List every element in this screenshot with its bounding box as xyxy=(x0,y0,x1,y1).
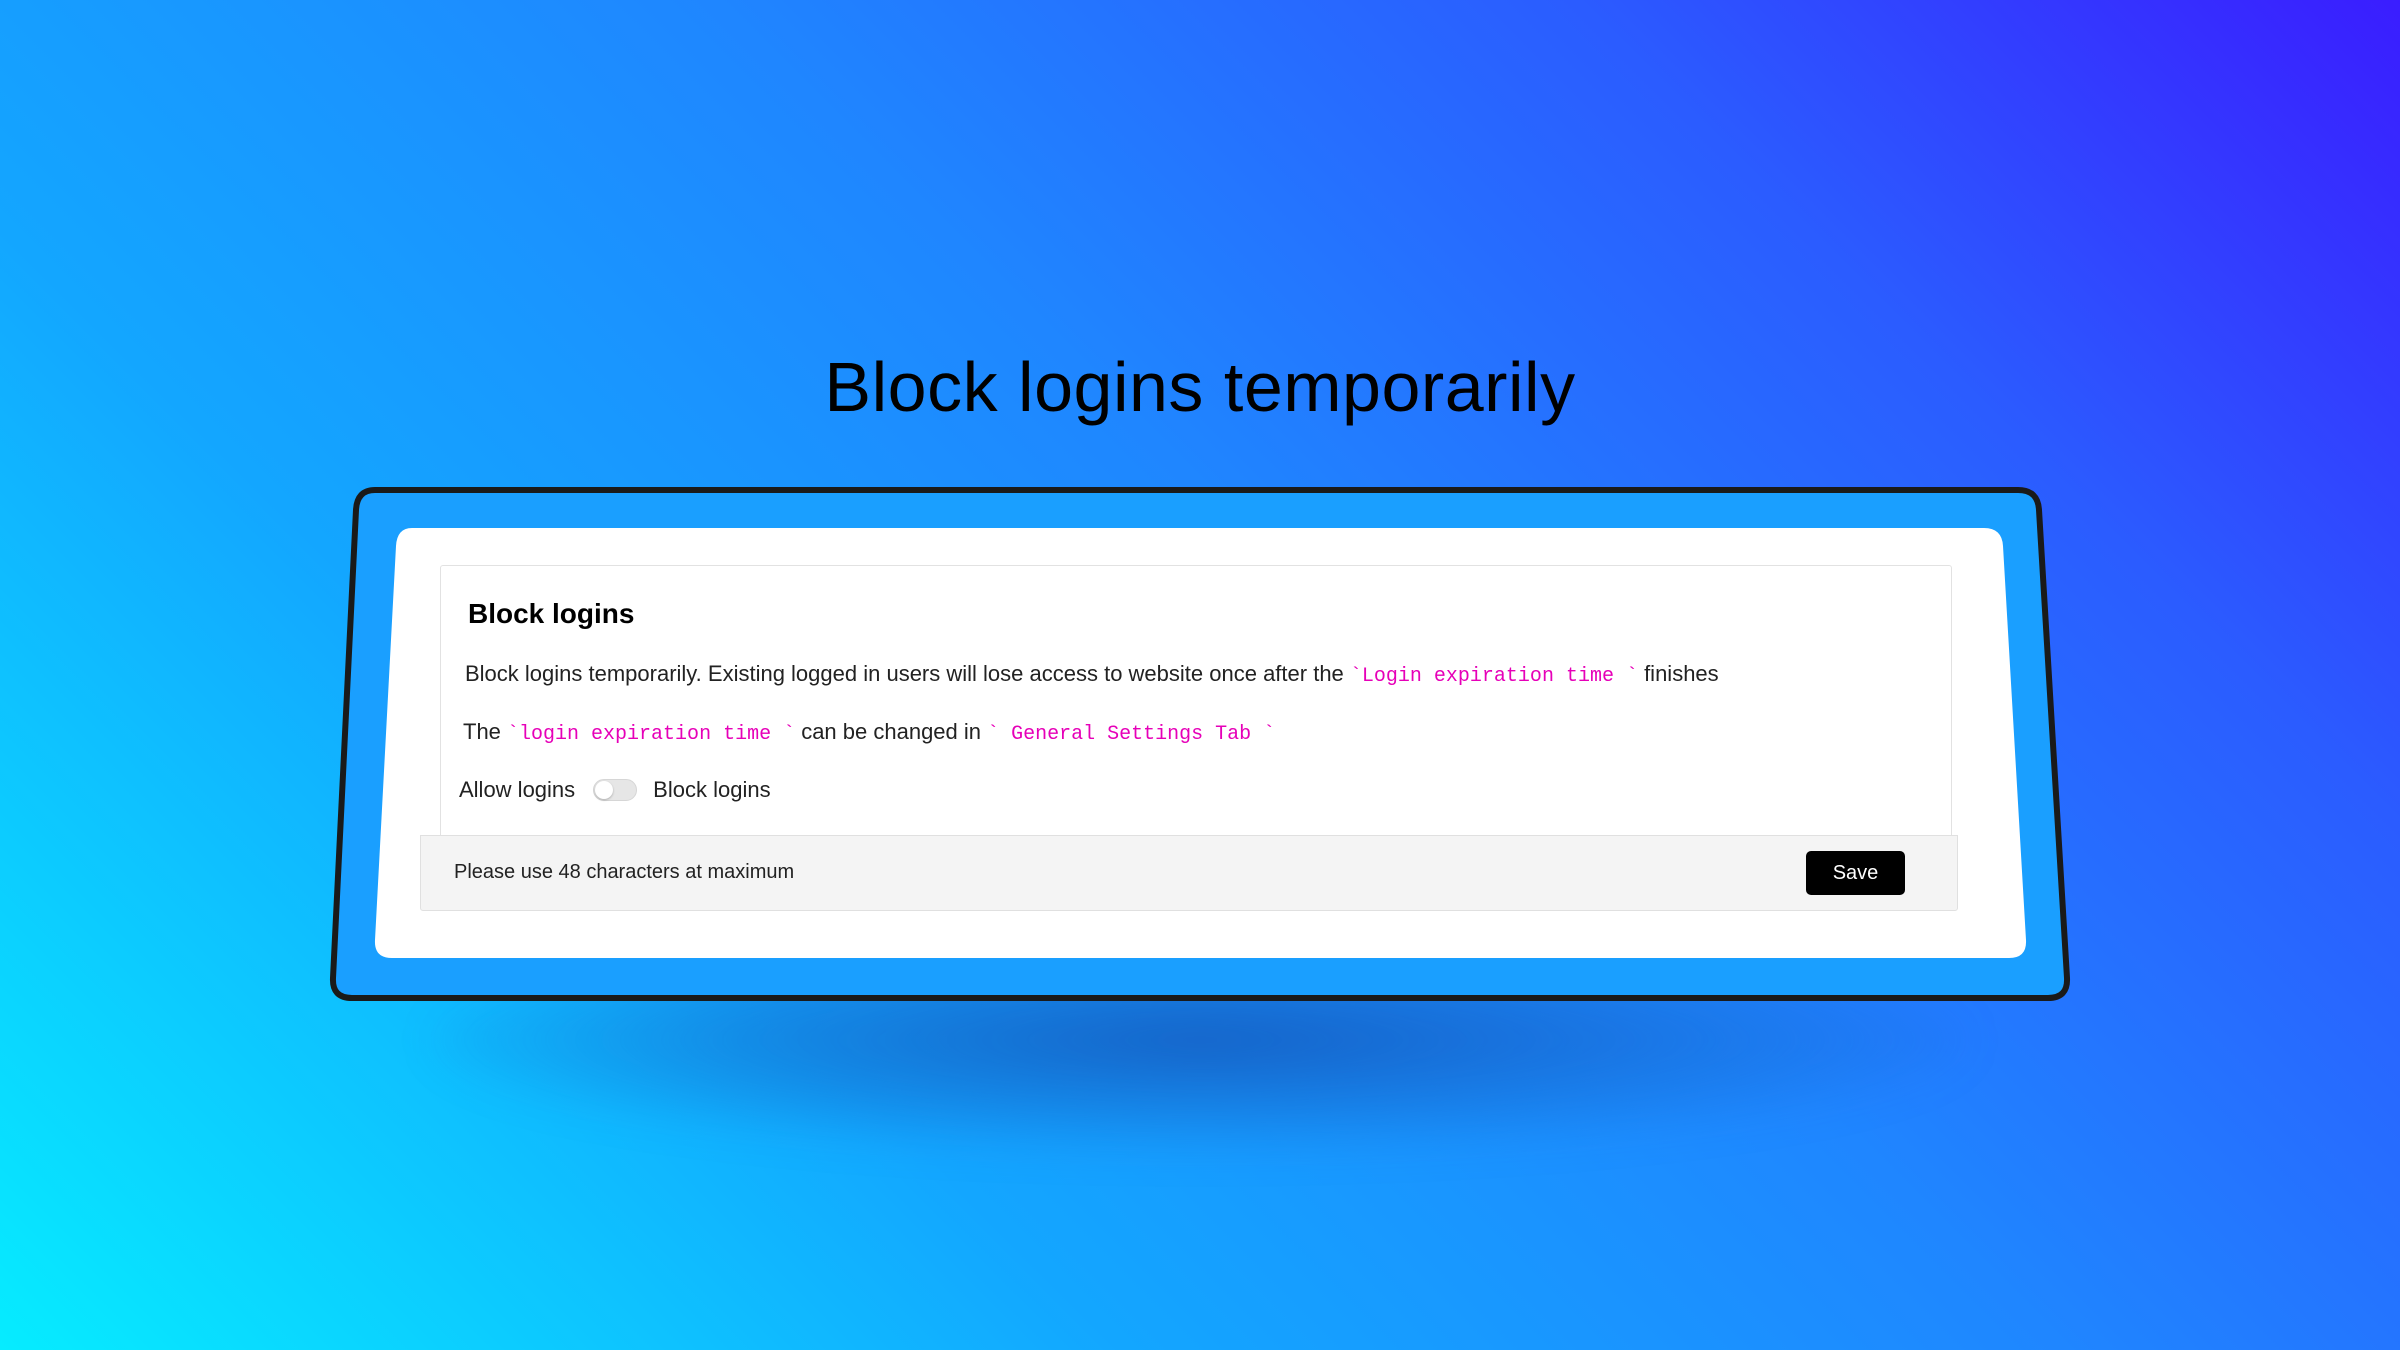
card-footer: Please use 48 characters at maximum Save xyxy=(420,835,1958,911)
description-text: The xyxy=(463,719,508,744)
description-line-1: Block logins temporarily. Existing logge… xyxy=(465,663,1719,687)
description-text: finishes xyxy=(1637,661,1719,686)
block-logins-toggle[interactable] xyxy=(593,779,638,801)
toggle-knob xyxy=(595,781,614,799)
save-button[interactable]: Save xyxy=(1806,851,1905,895)
allow-logins-label: Allow logins xyxy=(459,777,576,802)
description-text: Block logins temporarily. Existing logge… xyxy=(465,661,1350,686)
block-logins-label: Block logins xyxy=(653,777,771,802)
description-line-2: The `login expiration time ` can be chan… xyxy=(463,721,1275,745)
card-title: Block logins xyxy=(468,598,635,629)
description-text: can be changed in xyxy=(795,719,988,744)
login-toggle-row: Allow logins Block logins xyxy=(459,777,771,803)
code-login-expiration-time: `Login expiration time ` xyxy=(1349,665,1638,688)
character-limit-hint: Please use 48 characters at maximum xyxy=(454,861,795,883)
code-login-expiration-time: `login expiration time ` xyxy=(507,723,796,746)
code-general-settings-tab: ` General Settings Tab ` xyxy=(987,723,1276,746)
